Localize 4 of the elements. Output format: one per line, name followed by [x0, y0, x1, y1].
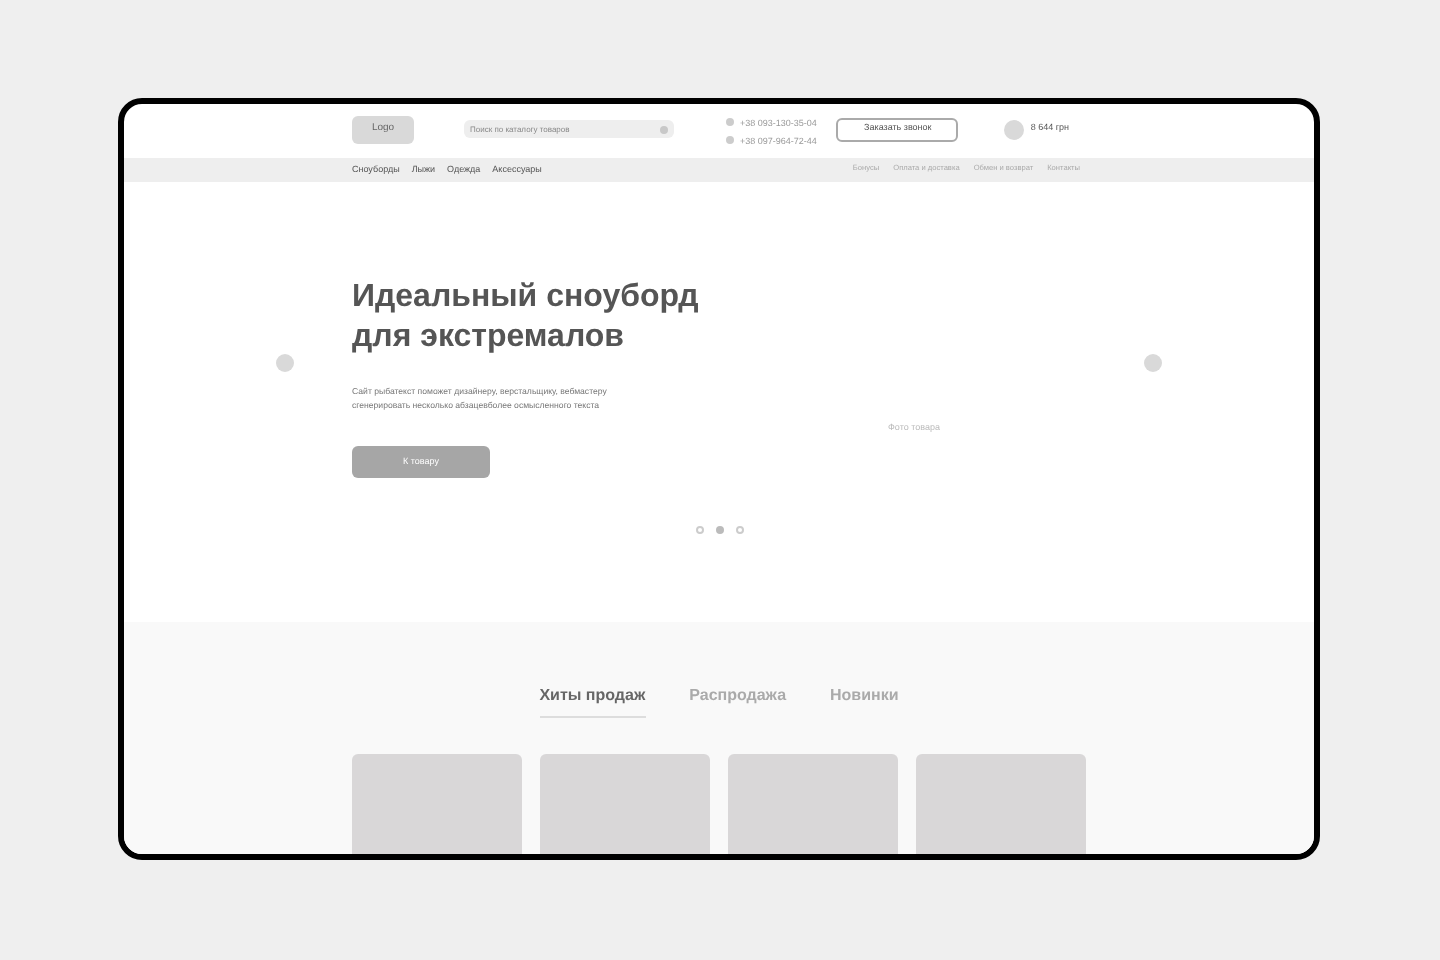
- tab[interactable]: Хиты продаж: [539, 684, 646, 718]
- tab[interactable]: Распродажа: [689, 684, 787, 718]
- hero-title: Идеальный сноуборд для экстремалов: [352, 278, 701, 358]
- tab[interactable]: Новинки: [830, 684, 899, 718]
